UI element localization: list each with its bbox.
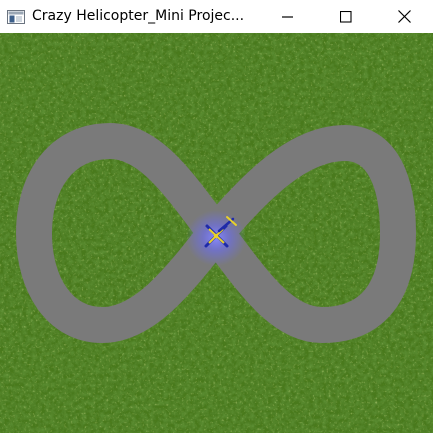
- game-canvas[interactable]: [0, 33, 433, 433]
- close-icon: [397, 10, 411, 23]
- close-button[interactable]: [375, 0, 433, 33]
- app-window: Crazy Helicopter_Mini Projec...: [0, 0, 433, 433]
- window-title: Crazy Helicopter_Mini Projec...: [32, 8, 245, 24]
- maximize-button[interactable]: [317, 0, 375, 33]
- maximize-icon: [340, 10, 352, 23]
- title-bar[interactable]: Crazy Helicopter_Mini Projec...: [0, 0, 433, 33]
- minimize-icon: [282, 11, 294, 23]
- minimize-button[interactable]: [259, 0, 317, 33]
- helicopter-icon: [186, 210, 246, 266]
- window-app-icon: [7, 9, 25, 24]
